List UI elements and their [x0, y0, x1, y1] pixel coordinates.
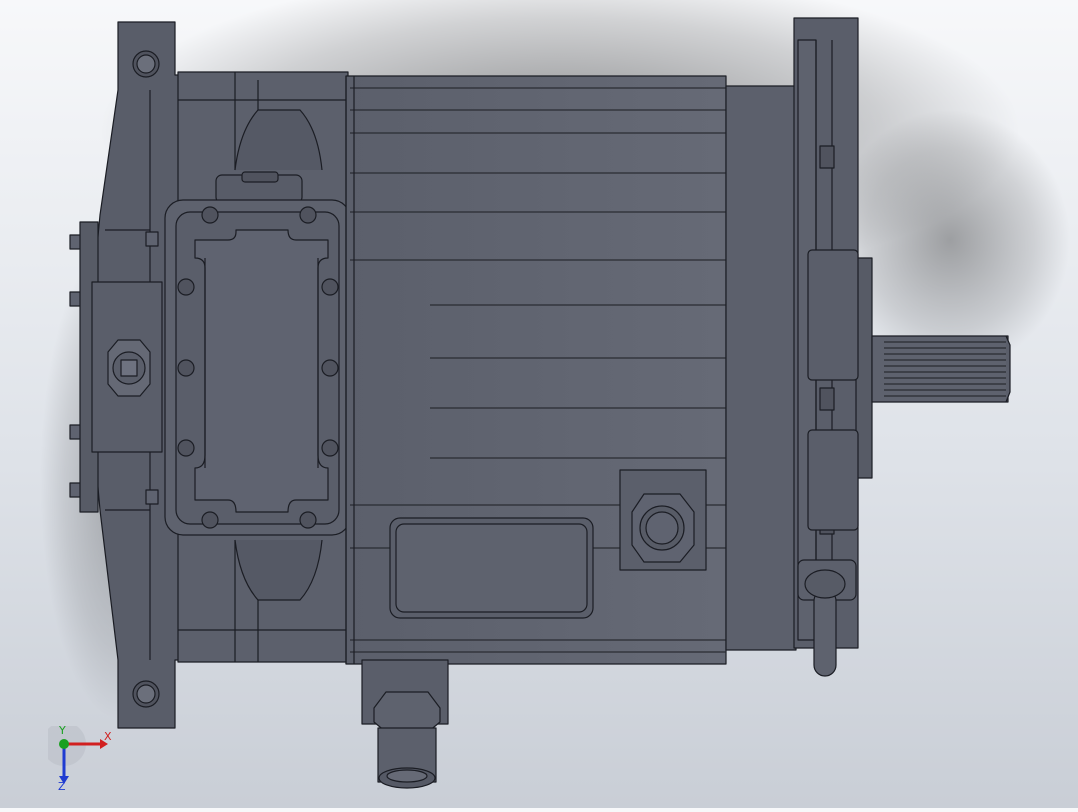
z-axis-label: Z: [58, 780, 66, 792]
x-axis-label: X: [104, 730, 112, 743]
bottom-drain-nozzle: [361, 659, 449, 789]
motor-model[interactable]: [0, 0, 1078, 808]
inspection-cover-plate: [164, 199, 363, 536]
cad-3d-viewport[interactable]: X Y Z: [0, 0, 1078, 808]
left-hex-plug: [91, 281, 163, 453]
y-axis-dot: [59, 739, 69, 749]
motor-body: [345, 75, 727, 665]
right-end-shield: [725, 17, 873, 651]
coordinate-triad: X Y Z: [48, 726, 112, 792]
splined-output-shaft: [871, 335, 1011, 403]
y-axis-label: Y: [58, 726, 66, 737]
